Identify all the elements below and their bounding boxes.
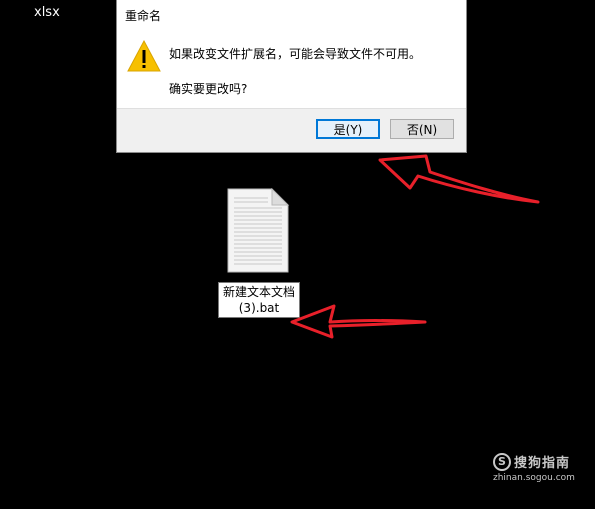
sogou-watermark: S 搜狗指南 zhinan.sogou.com — [493, 452, 583, 483]
watermark-name: 搜狗指南 — [514, 456, 571, 471]
watermark-url: zhinan.sogou.com — [493, 473, 575, 483]
annotation-arrows — [290, 154, 540, 339]
red-arrow-file — [290, 304, 427, 339]
red-arrow-dialog — [378, 154, 540, 204]
sogou-logo-icon: S — [493, 452, 511, 471]
